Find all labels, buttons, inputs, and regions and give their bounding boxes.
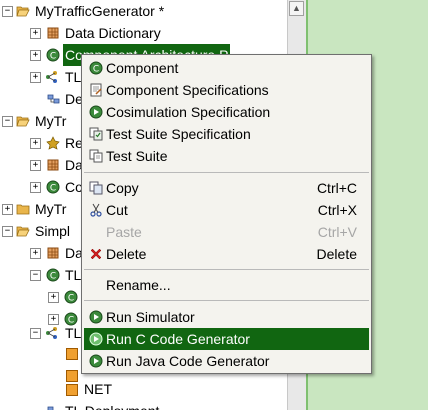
menu-item-copy[interactable]: Copy Ctrl+C	[84, 177, 369, 199]
folder-icon	[16, 204, 30, 215]
menu-separator	[84, 172, 369, 173]
expand-icon[interactable]: +	[30, 182, 41, 193]
menu-item-label: Component Specifications	[106, 82, 269, 98]
component-icon: C	[46, 48, 60, 62]
menu-item-label: Cosimulation Specification	[106, 104, 271, 120]
tree-item-label: MyTrafficGenerator *	[35, 3, 165, 19]
menu-separator	[84, 300, 369, 301]
folder-open-icon	[16, 116, 30, 127]
menu-item-label: Run Java Code Generator	[106, 353, 270, 369]
node-icon	[66, 370, 78, 382]
architecture-icon	[46, 71, 57, 83]
collapse-icon[interactable]: −	[30, 270, 41, 281]
tree-item-label: NET	[84, 381, 112, 397]
expand-icon[interactable]: +	[30, 72, 41, 83]
data-dictionary-icon	[47, 247, 59, 259]
collapse-icon[interactable]: −	[30, 328, 41, 339]
run-icon	[89, 332, 103, 346]
svg-text:C: C	[50, 272, 56, 282]
expand-icon[interactable]: +	[30, 28, 41, 39]
menu-item-label: Test Suite Specification	[106, 126, 251, 142]
tree-item-label: TL	[65, 325, 82, 341]
menu-item-delete[interactable]: Delete Delete	[84, 243, 369, 265]
menu-item-label: Component	[106, 60, 179, 76]
tree-item-label: MyTr	[35, 113, 67, 129]
svg-text:C: C	[50, 184, 56, 194]
data-dictionary-icon	[47, 159, 59, 171]
expand-icon[interactable]: +	[30, 138, 41, 149]
node-icon	[66, 348, 78, 360]
menu-item-label: Run Simulator	[106, 309, 195, 325]
test-suite-spec-icon	[89, 127, 103, 141]
menu-item-label: Copy	[106, 180, 139, 196]
context-menu: C Component Component Specifications Cos…	[81, 54, 372, 374]
tree-item-label: Simpl	[35, 223, 71, 239]
tree-item-label: Data Dictionary	[65, 25, 161, 41]
menu-separator	[84, 269, 369, 270]
svg-text:C: C	[93, 65, 99, 75]
data-dictionary-icon	[47, 27, 59, 39]
component-icon: C	[64, 290, 78, 304]
expand-icon[interactable]: +	[30, 160, 41, 171]
menu-item-shortcut: Ctrl+C	[316, 180, 357, 196]
scroll-up-arrow-icon[interactable]: ▲	[289, 1, 304, 16]
menu-item-label: Run C Code Generator	[106, 331, 250, 347]
tree-item-label: TL	[65, 69, 82, 85]
run-icon	[89, 310, 103, 324]
menu-item-test-suite[interactable]: Test Suite	[84, 145, 369, 167]
menu-item-shortcut: Delete	[316, 246, 357, 262]
menu-item-shortcut: Ctrl+V	[317, 224, 357, 240]
run-icon	[89, 354, 103, 368]
tree-item-label: TL	[65, 267, 82, 283]
tree-item-label: MyTr	[35, 201, 67, 217]
menu-item-label: Cut	[106, 202, 128, 218]
menu-item-cut[interactable]: Cut Ctrl+X	[84, 199, 369, 221]
menu-item-component-specifications[interactable]: Component Specifications	[84, 79, 369, 101]
menu-item-label: Rename...	[106, 277, 171, 293]
expand-icon[interactable]: +	[30, 248, 41, 259]
cut-icon	[90, 203, 102, 217]
expand-icon[interactable]: +	[48, 292, 59, 303]
expand-icon[interactable]: +	[48, 314, 59, 325]
collapse-icon[interactable]: −	[2, 6, 13, 17]
collapse-icon[interactable]: −	[2, 116, 13, 127]
requirements-icon	[46, 136, 60, 150]
specification-icon	[90, 83, 102, 97]
menu-item-label: Test Suite	[106, 148, 168, 164]
component-icon: C	[89, 61, 103, 75]
svg-text:C: C	[50, 52, 56, 62]
folder-open-icon	[16, 6, 30, 17]
copy-icon	[89, 181, 103, 195]
menu-item-test-suite-specification[interactable]: Test Suite Specification	[84, 123, 369, 145]
menu-item-label: Delete	[106, 246, 147, 262]
run-icon	[89, 105, 103, 119]
menu-item-label: Paste	[106, 224, 142, 240]
folder-open-icon	[16, 226, 30, 237]
expand-icon[interactable]: +	[2, 204, 13, 215]
collapse-icon[interactable]: −	[2, 226, 13, 237]
menu-item-rename[interactable]: Rename...	[84, 274, 369, 296]
svg-text:C: C	[68, 294, 74, 304]
menu-item-paste[interactable]: Paste Ctrl+V	[84, 221, 369, 243]
menu-item-run-simulator[interactable]: Run Simulator	[84, 306, 369, 328]
test-suite-icon	[89, 149, 103, 163]
deployment-icon	[47, 94, 60, 104]
expand-icon[interactable]: +	[30, 50, 41, 61]
architecture-icon	[46, 327, 57, 339]
node-icon	[66, 384, 78, 396]
component-icon: C	[46, 180, 60, 194]
deployment-icon	[47, 406, 54, 410]
menu-item-component[interactable]: C Component	[84, 57, 369, 79]
menu-item-run-c-code-generator[interactable]: Run C Code Generator	[84, 328, 369, 350]
menu-item-cosimulation-specification[interactable]: Cosimulation Specification	[84, 101, 369, 123]
tree-item-label: TL Deployment	[65, 400, 159, 410]
delete-icon	[90, 248, 102, 260]
menu-item-shortcut: Ctrl+X	[317, 202, 357, 218]
menu-item-run-java-code-generator[interactable]: Run Java Code Generator	[84, 350, 369, 372]
component-icon: C	[46, 268, 60, 282]
